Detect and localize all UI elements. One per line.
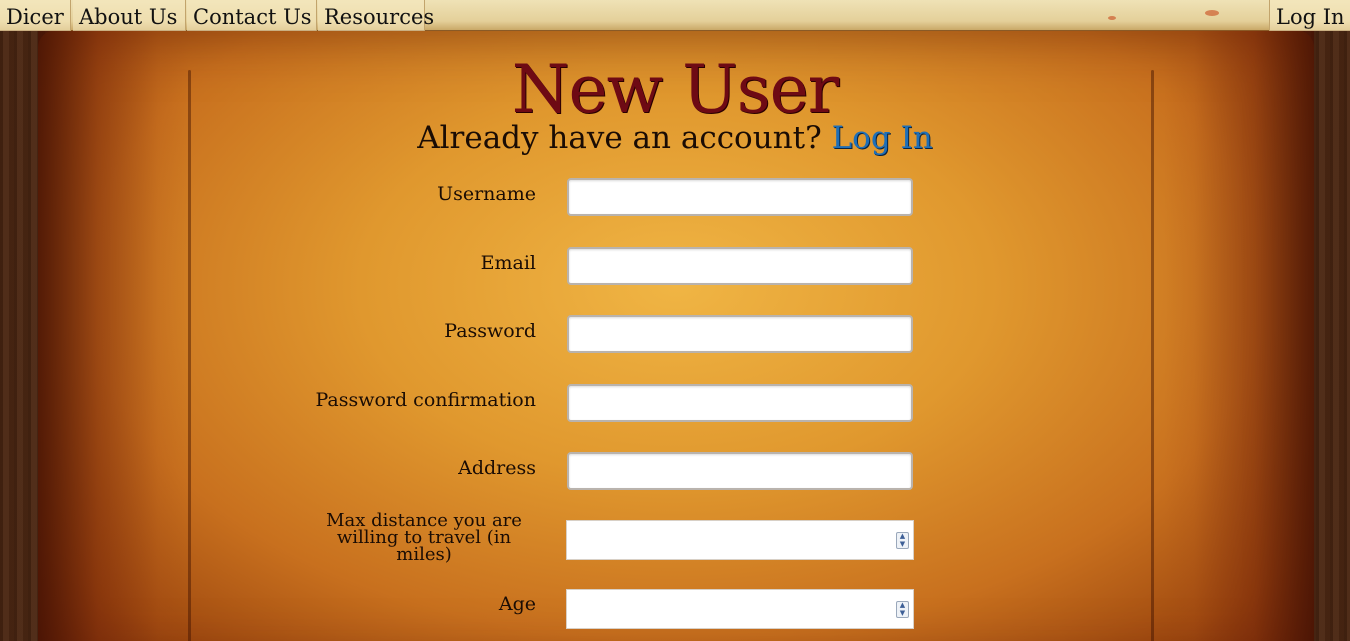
nav-about-link[interactable]: About Us xyxy=(73,0,186,31)
top-navbar: Dicer About Us Contact Us Resources Log … xyxy=(0,0,1350,31)
parchment-stain xyxy=(1108,16,1116,20)
password-input[interactable] xyxy=(567,315,913,353)
nav-brand-link[interactable]: Dicer xyxy=(0,0,71,31)
chevron-down-icon[interactable]: ▼ xyxy=(897,610,908,618)
age-label: Age xyxy=(498,593,536,615)
parchment-stain xyxy=(1205,10,1219,16)
username-label: Username xyxy=(437,183,536,205)
username-input[interactable] xyxy=(567,178,913,216)
age-input[interactable]: ▲ ▼ xyxy=(566,589,914,629)
number-spinner[interactable]: ▲ ▼ xyxy=(896,532,909,549)
max-distance-label: Max distance you are willing to travel (… xyxy=(326,510,522,565)
login-link[interactable]: Log In xyxy=(832,120,933,156)
password-confirmation-input[interactable] xyxy=(567,384,913,422)
address-label: Address xyxy=(458,457,536,479)
email-input[interactable] xyxy=(567,247,913,285)
address-input[interactable] xyxy=(567,452,913,490)
number-spinner[interactable]: ▲ ▼ xyxy=(896,601,909,618)
password-label: Password xyxy=(444,320,536,342)
chevron-down-icon[interactable]: ▼ xyxy=(897,541,908,549)
nav-resources-link[interactable]: Resources xyxy=(318,0,434,31)
login-prompt: Already have an account? Log In xyxy=(0,116,1350,160)
nav-contact-link[interactable]: Contact Us xyxy=(187,0,317,31)
max-distance-input[interactable]: ▲ ▼ xyxy=(566,520,914,560)
email-label: Email xyxy=(480,252,536,274)
login-prompt-text: Already have an account? xyxy=(417,120,822,156)
nav-login-link[interactable]: Log In xyxy=(1269,0,1350,31)
password-confirmation-label: Password confirmation xyxy=(315,389,536,411)
